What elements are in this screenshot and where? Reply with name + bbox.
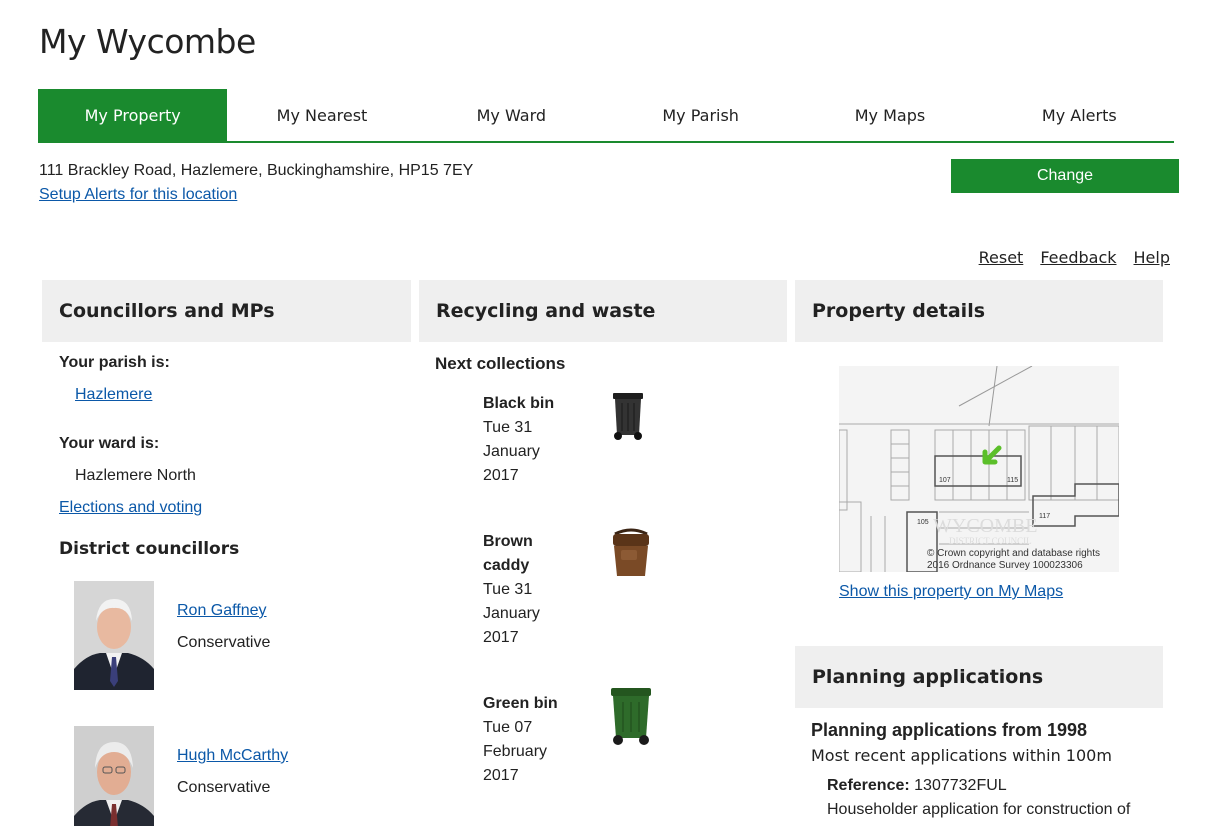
tab-my-parish[interactable]: My Parish — [606, 89, 795, 141]
main-tabs: My Property My Nearest My Ward My Parish… — [38, 89, 1174, 143]
show-on-my-maps-link[interactable]: Show this property on My Maps — [839, 583, 1063, 601]
planning-from-heading: Planning applications from 1998 — [811, 720, 1088, 740]
svg-text:105: 105 — [917, 519, 929, 526]
collection-item: Brown caddy Tue 31 January 2017 — [483, 530, 583, 650]
councillor-photo — [74, 726, 154, 826]
planning-heading: Planning applications — [795, 646, 1163, 708]
property-details-heading: Property details — [795, 280, 1163, 342]
elections-voting-link[interactable]: Elections and voting — [59, 499, 202, 517]
utility-links: Reset Feedback Help — [979, 248, 1170, 267]
collection-date-month: January — [483, 443, 540, 460]
reset-link[interactable]: Reset — [979, 248, 1024, 267]
change-location-button[interactable]: Change — [951, 159, 1179, 193]
collection-item: Green bin Tue 07 February 2017 — [483, 692, 583, 788]
recycling-panel: Recycling and waste Next collections Bla… — [419, 280, 787, 826]
collection-date-month: February — [483, 743, 548, 760]
tab-my-property[interactable]: My Property — [38, 89, 228, 141]
next-collections-heading: Next collections — [435, 354, 566, 373]
green-bin-icon — [611, 688, 651, 745]
councillor-portrait-icon — [74, 581, 154, 690]
tab-my-ward[interactable]: My Ward — [417, 89, 606, 141]
svg-text:© Crown copyright and database: © Crown copyright and database rights — [927, 548, 1100, 559]
recycling-heading: Recycling and waste — [419, 280, 787, 342]
black-bin-icon — [613, 393, 643, 440]
councillor-party: Conservative — [177, 634, 271, 651]
site-title: My Wycombe — [39, 22, 256, 61]
tab-my-maps[interactable]: My Maps — [795, 89, 984, 141]
councillor-name-link[interactable]: Hugh McCarthy — [177, 747, 288, 765]
bin-name: Green bin — [483, 695, 558, 712]
councillor-party: Conservative — [177, 779, 271, 796]
tab-my-nearest[interactable]: My Nearest — [227, 89, 416, 141]
svg-text:2016 Ordnance Survey 100023306: 2016 Ordnance Survey 100023306 — [927, 560, 1083, 571]
property-map[interactable]: 107 115 117 105 WYCOMBE DISTRICT COUNCIL… — [839, 366, 1119, 572]
ward-name: Hazlemere North — [75, 467, 196, 484]
councillors-panel: Councillors and MPs Your parish is: Hazl… — [42, 280, 411, 826]
collection-date-year: 2017 — [483, 767, 519, 784]
feedback-link[interactable]: Feedback — [1040, 248, 1116, 267]
bin-name: Black bin — [483, 395, 555, 412]
setup-alerts-link[interactable]: Setup Alerts for this location — [39, 186, 237, 204]
property-panel: Property details 107 115 117 105 WYCOMBE… — [795, 280, 1163, 826]
reference-value: 1307732FUL — [914, 777, 1007, 794]
svg-text:WYCOMBE: WYCOMBE — [933, 515, 1037, 537]
svg-text:107: 107 — [939, 477, 951, 484]
help-link[interactable]: Help — [1134, 248, 1170, 267]
parish-link[interactable]: Hazlemere — [75, 386, 152, 404]
councillor-name-link[interactable]: Ron Gaffney — [177, 602, 267, 620]
bin-name-cont: caddy — [483, 557, 530, 574]
svg-text:DISTRICT COUNCIL: DISTRICT COUNCIL — [949, 536, 1032, 546]
collection-date-day: Tue 07 — [483, 719, 533, 736]
collection-date-month: January — [483, 605, 540, 622]
map-image: 107 115 117 105 WYCOMBE DISTRICT COUNCIL… — [839, 366, 1119, 572]
councillors-heading: Councillors and MPs — [42, 280, 411, 342]
ward-label: Your ward is: — [59, 435, 160, 452]
collection-date-year: 2017 — [483, 467, 519, 484]
collection-date-year: 2017 — [483, 629, 519, 646]
planning-description: Householder application for construction… — [827, 801, 1131, 818]
collection-date-day: Tue 31 — [483, 419, 533, 436]
planning-subtitle: Most recent applications within 100m — [811, 746, 1112, 765]
bin-name: Brown — [483, 533, 533, 550]
district-councillors-heading: District councillors — [59, 539, 240, 559]
collection-date-day: Tue 31 — [483, 581, 533, 598]
property-address: 111 Brackley Road, Hazlemere, Buckingham… — [39, 162, 474, 179]
reference-label: Reference: — [827, 777, 910, 794]
councillor-photo — [74, 581, 154, 690]
planning-reference: Reference: 1307732FUL — [827, 777, 1007, 795]
collection-item: Black bin Tue 31 January 2017 — [483, 392, 583, 488]
svg-text:117: 117 — [1039, 513, 1050, 520]
councillor-portrait-icon — [74, 726, 154, 826]
tab-my-alerts[interactable]: My Alerts — [985, 89, 1174, 141]
svg-text:115: 115 — [1007, 477, 1018, 484]
brown-caddy-icon — [613, 528, 649, 576]
parish-label: Your parish is: — [59, 354, 170, 371]
